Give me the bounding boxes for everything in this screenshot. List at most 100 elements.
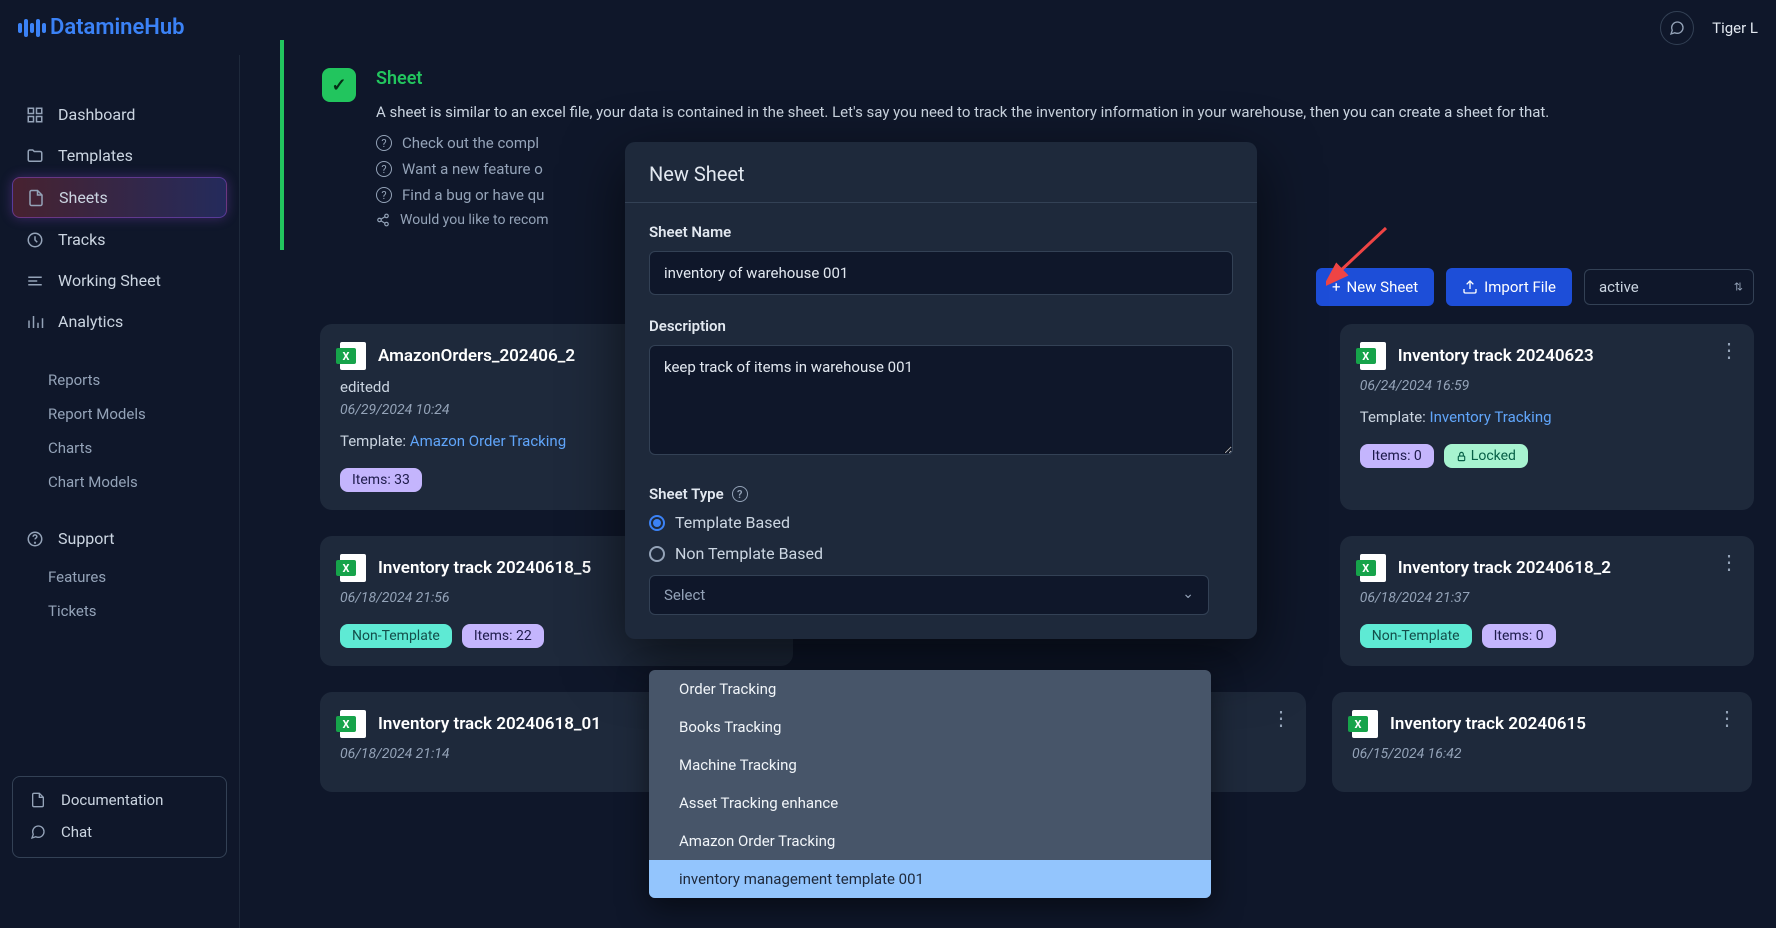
question-icon: ? — [376, 135, 392, 151]
sidebar-item-analytics[interactable]: Analytics — [12, 302, 227, 341]
user-name[interactable]: Tiger L — [1712, 19, 1758, 37]
dropdown-option[interactable]: Machine Tracking — [649, 746, 1211, 784]
sidebar-label: Chat — [61, 823, 92, 841]
sidebar-bottom-documentation[interactable]: Documentation — [19, 785, 220, 815]
sidebar-sub-reports[interactable]: Reports — [12, 363, 227, 397]
logo-bars-icon — [18, 19, 46, 37]
sheet-card[interactable]: ⋮ X Inventory track 20240618_2 06/18/202… — [1340, 536, 1754, 666]
dropdown-option[interactable]: Order Tracking — [649, 670, 1211, 708]
app-name: DatamineHub — [50, 15, 185, 40]
sidebar-bottom-chat[interactable]: Chat — [19, 817, 220, 847]
modal-title: New Sheet — [625, 142, 1257, 203]
template-link[interactable]: Amazon Order Tracking — [410, 432, 566, 450]
radio-template-based[interactable]: Template Based — [649, 513, 1233, 532]
sidebar-sub-features[interactable]: Features — [12, 560, 227, 594]
card-title: Inventory track 20240615 — [1390, 714, 1586, 734]
button-label: New Sheet — [1347, 278, 1419, 296]
folder-icon — [26, 147, 44, 165]
nontemplate-badge: Non-Template — [1360, 624, 1472, 648]
card-menu-icon[interactable]: ⋮ — [1717, 706, 1738, 730]
status-filter[interactable]: active — [1584, 269, 1754, 305]
description-input[interactable] — [649, 345, 1233, 455]
card-title: AmazonOrders_202406_2 — [378, 346, 575, 366]
items-badge: Items: 0 — [1360, 444, 1434, 468]
card-menu-icon[interactable]: ⋮ — [1271, 706, 1292, 730]
excel-icon: X — [340, 554, 366, 582]
sidebar-label: Analytics — [58, 312, 123, 331]
file-icon — [27, 189, 45, 207]
lock-icon — [1456, 451, 1467, 462]
locked-badge: Locked — [1444, 444, 1528, 468]
sidebar-item-tracks[interactable]: Tracks — [12, 220, 227, 259]
chart-icon — [26, 313, 44, 331]
sidebar-item-sheets[interactable]: Sheets — [12, 177, 227, 218]
import-file-button[interactable]: Import File — [1446, 268, 1572, 306]
sidebar-label: Templates — [58, 146, 133, 165]
banner-title: Sheet — [376, 68, 1742, 89]
dropdown-option[interactable]: Books Tracking — [649, 708, 1211, 746]
help-icon — [26, 530, 44, 548]
check-icon: ✓ — [322, 68, 356, 102]
nontemplate-badge: Non-Template — [340, 624, 452, 648]
help-icon[interactable]: ? — [732, 486, 748, 502]
template-select[interactable]: Select — [649, 575, 1209, 615]
dropdown-option[interactable]: Asset Tracking enhance — [649, 784, 1211, 822]
sheet-name-label: Sheet Name — [649, 223, 1233, 241]
sidebar-label: Working Sheet — [58, 271, 161, 290]
sidebar-sub-chart-models[interactable]: Chart Models — [12, 465, 227, 499]
sidebar-sub-charts[interactable]: Charts — [12, 431, 227, 465]
sidebar-item-templates[interactable]: Templates — [12, 136, 227, 175]
button-label: Import File — [1484, 278, 1556, 296]
card-date: 06/15/2024 16:42 — [1352, 746, 1732, 762]
sidebar-sub-report-models[interactable]: Report Models — [12, 397, 227, 431]
sidebar-item-support[interactable]: Support — [12, 519, 227, 558]
excel-icon: X — [1352, 710, 1378, 738]
grid-icon — [26, 106, 44, 124]
radio-checked-icon — [649, 515, 665, 531]
sheet-card[interactable]: ⋮ X Inventory track 20240615 06/15/2024 … — [1332, 692, 1752, 792]
dropdown-option[interactable]: Amazon Order Tracking — [649, 822, 1211, 860]
card-title: Inventory track 20240623 — [1398, 346, 1594, 366]
sidebar: Dashboard Templates Sheets Tracks Workin… — [0, 55, 240, 928]
new-sheet-button[interactable]: + New Sheet — [1316, 268, 1434, 306]
upload-icon — [1462, 279, 1478, 295]
banner-text: A sheet is similar to an excel file, you… — [376, 101, 1676, 124]
template-dropdown: Order Tracking Books Tracking Machine Tr… — [649, 670, 1211, 898]
question-icon: ? — [376, 187, 392, 203]
question-icon: ? — [376, 161, 392, 177]
sidebar-label: Dashboard — [58, 105, 135, 124]
description-label: Description — [649, 317, 1233, 335]
sidebar-label: Support — [58, 529, 114, 548]
plus-icon: + — [1332, 278, 1341, 296]
excel-icon: X — [1360, 554, 1386, 582]
chat-icon — [29, 823, 47, 841]
edit-icon — [26, 272, 44, 290]
items-badge: Items: 22 — [462, 624, 544, 648]
sheet-name-input[interactable] — [649, 251, 1233, 295]
card-menu-icon[interactable]: ⋮ — [1719, 550, 1740, 574]
sidebar-sub-tickets[interactable]: Tickets — [12, 594, 227, 628]
card-title: Inventory track 20240618_5 — [378, 558, 591, 578]
card-title: Inventory track 20240618_2 — [1398, 558, 1611, 578]
target-icon — [26, 231, 44, 249]
excel-icon: X — [340, 342, 366, 370]
card-menu-icon[interactable]: ⋮ — [1719, 338, 1740, 362]
app-logo[interactable]: DatamineHub — [18, 15, 185, 40]
sheet-card[interactable]: ⋮ X Inventory track 20240623 06/24/2024 … — [1340, 324, 1754, 510]
dropdown-option[interactable]: inventory management template 001 — [649, 860, 1211, 898]
card-title: Inventory track 20240618_01 — [378, 714, 601, 734]
card-date: 06/24/2024 16:59 — [1360, 378, 1734, 394]
card-date: 06/18/2024 21:37 — [1360, 590, 1734, 606]
radio-non-template-based[interactable]: Non Template Based — [649, 544, 1233, 563]
template-link[interactable]: Inventory Tracking — [1430, 408, 1552, 426]
chat-icon — [1669, 20, 1685, 36]
doc-icon — [29, 791, 47, 809]
sidebar-item-working-sheet[interactable]: Working Sheet — [12, 261, 227, 300]
sidebar-label: Documentation — [61, 791, 163, 809]
sidebar-item-dashboard[interactable]: Dashboard — [12, 95, 227, 134]
radio-unchecked-icon — [649, 546, 665, 562]
sheet-type-label: Sheet Type ? — [649, 485, 1233, 503]
sidebar-label: Sheets — [59, 188, 108, 207]
items-badge: Items: 33 — [340, 468, 422, 492]
excel-icon: X — [1360, 342, 1386, 370]
